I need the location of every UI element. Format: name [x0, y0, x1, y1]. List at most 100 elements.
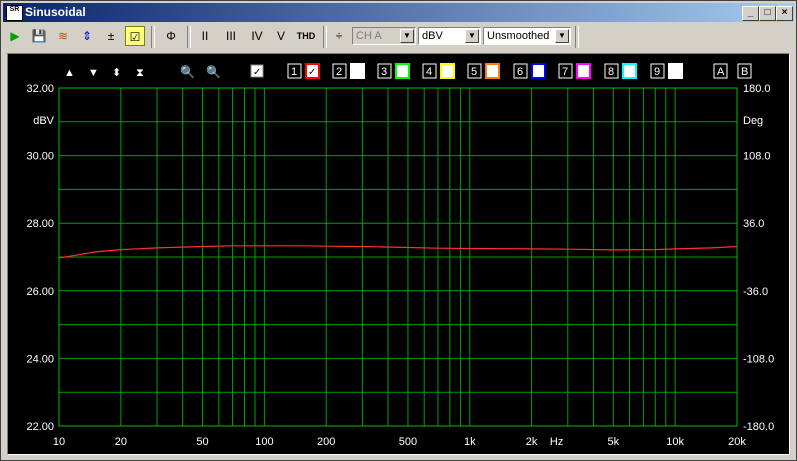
trace-8-label: 8 [608, 66, 614, 78]
main-toolbar: ▶ 💾 ≋ ⇕ ± ☑ Φ II III IV V THD ÷ CH A ▼ d… [3, 24, 794, 50]
harmonic-4-button[interactable]: IV [247, 26, 267, 46]
plot-area[interactable]: ▲ ▼ ⬍ ⧗ 🔍 🔍 ✓ 1 ✓ 2 3 4 5 6 7 8 9 A B 22.00 24.00 26.00 28.00… [7, 53, 790, 455]
trace-6-label: 6 [517, 66, 523, 78]
x-unit: Hz [550, 436, 563, 448]
minimize-button[interactable]: _ [742, 6, 759, 21]
harmonic-2-label: II [201, 29, 209, 43]
main-window: SR Sinusoidal _ □ × ▶ 💾 ≋ ⇕ ± ☑ Φ II III… [0, 0, 797, 461]
scale-button[interactable]: ⇕ [77, 26, 97, 46]
thd-button[interactable]: THD [293, 26, 319, 46]
save-button[interactable]: 💾 [29, 26, 49, 46]
run-button[interactable]: ▶ [5, 26, 25, 46]
scroll-down-icon[interactable]: ▼ [88, 67, 99, 79]
chart-axes: 22.00 24.00 26.00 28.00 30.00 32.00 -180.0 -108… [26, 83, 774, 448]
y-right-tick-label: -108.0 [743, 353, 774, 365]
harmonic-5-label: V [276, 29, 285, 43]
trace-9-label: 9 [654, 66, 660, 78]
y-right-unit: Deg [743, 115, 763, 127]
chevron-down-icon[interactable]: ▼ [555, 29, 569, 43]
harmonic-2-button[interactable]: II [195, 26, 215, 46]
trace-4-label: 4 [426, 66, 432, 78]
channel-value: CH A [356, 30, 382, 42]
y-right-tick-label: 180.0 [743, 83, 771, 95]
frequency-response-chart[interactable]: ▲ ▼ ⬍ ⧗ 🔍 🔍 ✓ 1 ✓ 2 3 4 5 6 7 8 9 A B 22.00 24.00 26.00 28.00… [8, 54, 789, 454]
y-left-tick-label: 30.00 [26, 151, 54, 163]
check-button[interactable]: ☑ [125, 26, 145, 46]
trace-8-checkbox[interactable] [622, 63, 637, 79]
y-left-tick-label: 28.00 [26, 218, 54, 230]
toolbar-separator [151, 26, 155, 48]
checkbox-icon: ☑ [129, 30, 141, 44]
chart-series [58, 245, 738, 259]
trace-6-checkbox[interactable] [531, 63, 546, 79]
trace-5-checkbox[interactable] [485, 63, 500, 79]
play-icon: ▶ [10, 29, 20, 43]
chart-grid [58, 87, 738, 427]
cursor-b-label: B [741, 66, 748, 78]
waves-icon: ≋ [57, 29, 69, 43]
y-left-tick-label: 24.00 [26, 353, 54, 365]
floppy-icon: 💾 [31, 29, 47, 43]
chevron-down-icon[interactable]: ▼ [400, 29, 414, 43]
shrink-icon[interactable]: ⧗ [136, 67, 144, 79]
channel-select[interactable]: CH A ▼ [352, 27, 416, 45]
x-tick-label: 20k [728, 436, 746, 448]
trace-4-checkbox[interactable] [440, 63, 455, 79]
x-tick-label: 50 [196, 436, 208, 448]
trace-2-checkbox[interactable] [350, 63, 365, 79]
trace-7-label: 7 [562, 66, 568, 78]
scroll-up-icon[interactable]: ▲ [64, 67, 75, 79]
x-tick-label: 2k [526, 436, 538, 448]
series-line [58, 245, 738, 259]
trace-1-label: 1 [291, 66, 297, 78]
y-right-tick-label: -36.0 [743, 286, 768, 298]
maximize-button[interactable]: □ [759, 6, 776, 21]
y-left-tick-label: 22.00 [26, 421, 54, 433]
x-tick-label: 10 [53, 436, 65, 448]
trace-3-label: 3 [381, 66, 387, 78]
units-select[interactable]: dBV ▼ [418, 27, 481, 45]
plot-toolbar: ▲ ▼ ⬍ ⧗ 🔍 🔍 ✓ 1 ✓ 2 3 4 5 6 7 8 9 A B [64, 63, 752, 79]
trace-2-label: 2 [336, 66, 342, 78]
vertical-arrows-icon: ⇕ [81, 29, 93, 43]
x-tick-label: 200 [317, 436, 335, 448]
y-left-tick-label: 26.00 [26, 286, 54, 298]
zoom-out-icon[interactable]: 🔍 [206, 64, 221, 79]
y-right-tick-label: 108.0 [743, 151, 771, 163]
chevron-down-icon[interactable]: ▼ [465, 29, 479, 43]
cursor-icon: ± [107, 29, 115, 43]
harmonic-3-button[interactable]: III [221, 26, 241, 46]
expand-icon[interactable]: ⬍ [112, 67, 121, 79]
y-left-tick-label: 32.00 [26, 83, 54, 95]
x-tick-label: 1k [464, 436, 476, 448]
cursor-a-label: A [717, 66, 725, 78]
thd-label: THD [296, 31, 316, 41]
phi-icon: Φ [166, 29, 176, 43]
traces-button[interactable]: ≋ [53, 26, 73, 46]
y-left-unit: dBV [33, 115, 54, 127]
trace-7-checkbox[interactable] [576, 63, 591, 79]
divide-icon: ÷ [335, 29, 343, 43]
toolbar-separator [187, 26, 191, 48]
y-right-tick-label: -180.0 [743, 421, 774, 433]
toolbar-separator [575, 26, 579, 48]
smoothing-value: Unsmoothed [487, 30, 550, 42]
units-value: dBV [422, 30, 443, 42]
harmonic-4-label: IV [251, 29, 263, 43]
phase-button[interactable]: Φ [161, 26, 181, 46]
cursor-button[interactable]: ± [101, 26, 121, 46]
harmonic-5-button[interactable]: V [271, 26, 291, 46]
title-bar[interactable]: SR Sinusoidal _ □ × [3, 3, 794, 22]
x-tick-label: 5k [608, 436, 620, 448]
close-button[interactable]: × [776, 6, 793, 21]
trace-3-checkbox[interactable] [395, 63, 410, 79]
check-icon: ✓ [253, 67, 261, 78]
window-title: Sinusoidal [25, 5, 86, 19]
check-icon: ✓ [308, 67, 316, 78]
trace-9-checkbox[interactable] [668, 63, 683, 79]
x-tick-label: 100 [255, 436, 273, 448]
zoom-in-icon[interactable]: 🔍 [180, 64, 195, 79]
divide-button[interactable]: ÷ [329, 26, 349, 46]
smoothing-select[interactable]: Unsmoothed ▼ [483, 27, 571, 45]
trace-5-label: 5 [471, 66, 477, 78]
